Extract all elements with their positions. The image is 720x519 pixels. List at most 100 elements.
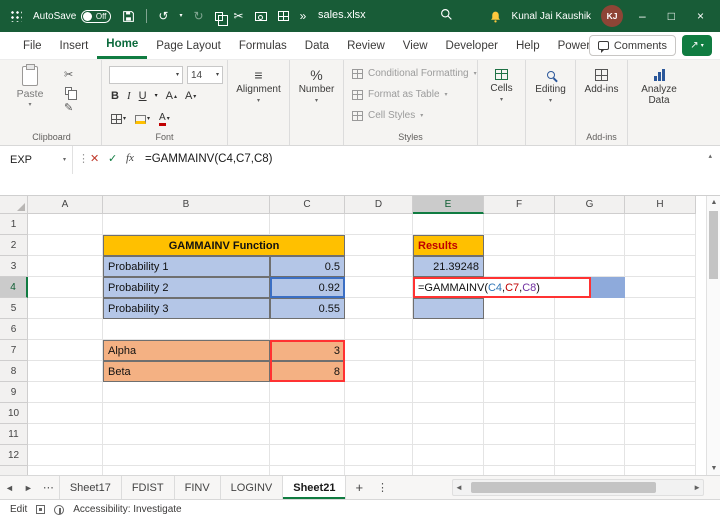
cell-B12[interactable] [103,445,270,466]
cell-G3[interactable] [555,256,625,277]
cell-E8[interactable] [413,361,484,382]
sheet-nav-right-icon[interactable]: ► [19,476,38,499]
horizontal-scrollbar[interactable]: ◄ ► [452,479,704,496]
autosave-pill[interactable]: Off [81,10,111,23]
cell-D7[interactable] [345,340,413,361]
number-button[interactable]: % Number ▾ [290,60,343,145]
cell-E12[interactable] [413,445,484,466]
column-header-H[interactable]: H [625,196,696,214]
conditional-formatting-button[interactable]: Conditional Formatting▾ [352,68,477,79]
vertical-scroll-thumb[interactable] [709,211,718,279]
grow-font-button[interactable]: A▴ [166,90,177,102]
cell-C8[interactable]: 8 [270,361,345,382]
column-header-F[interactable]: F [484,196,555,214]
cell-B3[interactable]: Probability 1 [103,256,270,277]
cell-C7[interactable]: 3 [270,340,345,361]
sheet-list-icon[interactable]: ⋯ [38,476,59,499]
cell-A4[interactable] [28,277,103,298]
cell-F9[interactable] [484,382,555,403]
maximize-button[interactable]: □ [662,0,681,32]
cell-A5[interactable] [28,298,103,319]
cell-E7[interactable] [413,340,484,361]
tab-insert[interactable]: Insert [51,32,98,59]
accessibility-status[interactable]: Accessibility: Investigate [73,504,181,515]
row-header-4[interactable]: 4 [0,277,28,298]
cell-A1[interactable] [28,214,103,235]
cell-F8[interactable] [484,361,555,382]
picture-icon[interactable] [255,12,267,21]
cell-title-B2[interactable]: GAMMAINV Function [103,235,345,256]
spreadsheet-grid[interactable]: ABCDEFGH 123456789101112 GAMMAINV Functi… [0,196,706,475]
cancel-entry-button[interactable]: ✕ [90,152,99,165]
cell-D12[interactable] [345,445,413,466]
cell-F6[interactable] [484,319,555,340]
tab-file[interactable]: File [14,32,51,59]
tab-view[interactable]: View [394,32,437,59]
new-sheet-button[interactable]: + [346,476,372,499]
cell-B1[interactable] [103,214,270,235]
cell-G11[interactable] [555,424,625,445]
confirm-entry-button[interactable]: ✓ [108,152,117,165]
cell-H4[interactable] [625,277,696,298]
cell-C11[interactable] [270,424,345,445]
cell-H8[interactable] [625,361,696,382]
tab-developer[interactable]: Developer [437,32,507,59]
cell-C13[interactable] [270,466,345,475]
cut-icon[interactable]: ✂ [234,10,244,22]
cell-B9[interactable] [103,382,270,403]
cell-A7[interactable] [28,340,103,361]
cell-E3[interactable]: 21.39248 [413,256,484,277]
cell-E1[interactable] [413,214,484,235]
paste-button[interactable]: Paste ▾ [10,66,50,108]
column-header-E[interactable]: E [413,196,484,214]
cell-A12[interactable] [28,445,103,466]
alignment-button[interactable]: ≡ Alignment ▾ [228,60,289,145]
cell-E6[interactable] [413,319,484,340]
tab-help[interactable]: Help [507,32,549,59]
cell-F5[interactable] [484,298,555,319]
cell-G9[interactable] [555,382,625,403]
row-header-11[interactable]: 11 [0,424,28,445]
cell-D13[interactable] [345,466,413,475]
cell-H13[interactable] [625,466,696,475]
column-header-B[interactable]: B [103,196,270,214]
cell-A11[interactable] [28,424,103,445]
row-header-9[interactable]: 9 [0,382,28,403]
cell-D6[interactable] [345,319,413,340]
cell-C9[interactable] [270,382,345,403]
cell-D11[interactable] [345,424,413,445]
formula-input[interactable]: =GAMMAINV(C4,C7,C8) [145,153,272,165]
cell-H6[interactable] [625,319,696,340]
tab-page-layout[interactable]: Page Layout [147,32,230,59]
cell-C12[interactable] [270,445,345,466]
cell-B13[interactable] [103,466,270,475]
cell-H3[interactable] [625,256,696,277]
cell-C6[interactable] [270,319,345,340]
cell-E4-formula-edit[interactable]: =GAMMAINV(C4,C7,C8) [413,277,591,298]
font-name-select[interactable]: ▾ [109,66,183,84]
cell-G13[interactable] [555,466,625,475]
cell-A8[interactable] [28,361,103,382]
row-header-10[interactable]: 10 [0,403,28,424]
cell-G1[interactable] [555,214,625,235]
tab-data[interactable]: Data [296,32,338,59]
cell-H10[interactable] [625,403,696,424]
horizontal-scroll-thumb[interactable] [471,482,656,493]
cell-B5[interactable]: Probability 3 [103,298,270,319]
cell-H2[interactable] [625,235,696,256]
search-icon[interactable] [440,8,453,21]
sheet-tab-finv[interactable]: FINV [175,476,221,499]
cell-C5[interactable]: 0.55 [270,298,345,319]
underline-dropdown-icon[interactable]: ▾ [155,93,158,99]
cell-C3[interactable]: 0.5 [270,256,345,277]
undo-icon[interactable]: ↺ [158,10,168,22]
cell-H7[interactable] [625,340,696,361]
cell-F10[interactable] [484,403,555,424]
close-button[interactable]: × [691,0,710,32]
table-icon[interactable] [278,11,289,21]
tab-formulas[interactable]: Formulas [230,32,296,59]
cell-B11[interactable] [103,424,270,445]
cell-E5[interactable] [413,298,484,319]
copy-button-icon[interactable] [65,87,72,95]
cell-H9[interactable] [625,382,696,403]
